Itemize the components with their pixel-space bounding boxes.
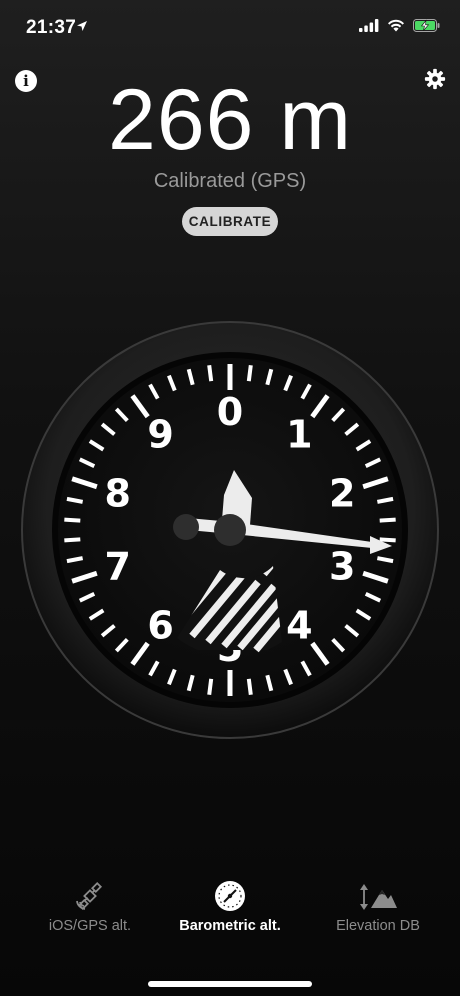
cellular-signal-icon — [359, 19, 379, 32]
altitude-readout: 266 m — [0, 70, 460, 170]
location-arrow-icon — [77, 21, 87, 31]
status-time: 21:37 — [26, 17, 77, 38]
tab-label: Elevation DB — [336, 918, 420, 934]
gauge-numeral: 8 — [105, 472, 131, 516]
wifi-icon — [388, 19, 404, 32]
status-bar: 21:37 — [0, 0, 460, 56]
minor-tick — [246, 365, 253, 382]
minor-tick — [207, 678, 214, 695]
hand-counterweight — [173, 514, 199, 540]
tab-ios-gps-alt[interactable]: iOS/GPS alt. — [15, 874, 165, 934]
tab-label: Barometric alt. — [179, 918, 281, 934]
mountain-elevation-icon — [360, 884, 397, 910]
home-indicator — [148, 981, 312, 987]
minor-tick — [246, 678, 253, 695]
barometer-icon — [215, 881, 245, 911]
altimeter-gauge: 0123456789 — [21, 321, 439, 739]
calibration-status: Calibrated (GPS) — [153, 170, 307, 192]
gauge-numeral: 9 — [147, 413, 173, 457]
gauge-numeral: 0 — [217, 390, 243, 434]
gauge-numeral: 3 — [329, 544, 355, 588]
gauge-hub — [214, 514, 246, 546]
gauge-numeral: 1 — [286, 413, 312, 457]
status-indicators — [359, 19, 440, 32]
minor-tick — [379, 517, 396, 523]
gauge-numeral: 4 — [286, 603, 312, 647]
gauge-numeral: 6 — [147, 603, 173, 647]
minor-tick — [379, 537, 396, 543]
gauge-numeral: 7 — [105, 544, 131, 588]
tab-label: iOS/GPS alt. — [48, 918, 132, 934]
gauge-numeral: 2 — [329, 472, 355, 516]
tab-elevation-db[interactable]: Elevation DB — [303, 874, 453, 934]
minor-tick — [207, 365, 214, 382]
battery-charging-icon — [413, 19, 440, 32]
calibrate-button[interactable]: CALIBRATE — [182, 207, 278, 236]
tab-barometric-alt[interactable]: Barometric alt. — [155, 874, 305, 934]
minor-tick — [64, 537, 81, 543]
minor-tick — [64, 517, 81, 523]
satellite-icon — [76, 881, 103, 911]
altitude-value: 266 m — [107, 72, 353, 168]
